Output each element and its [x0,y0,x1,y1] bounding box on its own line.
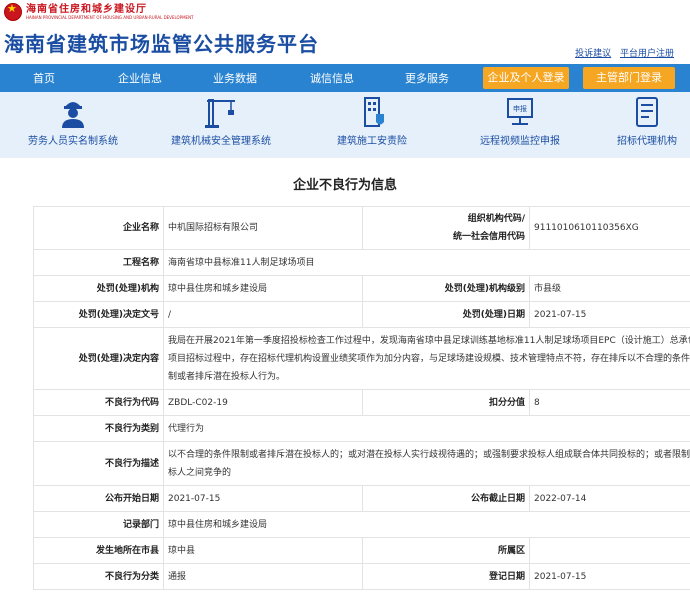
user-register-link[interactable]: 平台用户注册 [620,49,674,59]
org-code-label-line2: 统一社会信用代码 [452,232,525,242]
penalty-date-value: 2021-07-15 [529,301,690,328]
table-row: 不良行为类别 代理行为 [33,415,690,442]
behavior-type-value: 通报 [163,563,363,590]
system-machinery-safety[interactable]: 建筑机械安全管理系统 [171,96,271,147]
org-code-label-line1: 组织机构代码/ [467,214,525,224]
department-name-en: HAINAN PROVINCIAL DEPARTMENT OF HOUSING … [26,14,194,20]
penalty-date-label: 处罚(处理)日期 [362,301,530,328]
score-label: 扣分分值 [362,389,530,416]
nav-home[interactable]: 首页 [33,70,55,86]
nav-company-info[interactable]: 企业信息 [118,70,162,86]
document-icon [627,96,667,128]
header-links: 投诉建议 平台用户注册 [569,46,674,59]
department-logo[interactable]: 海南省住房和城乡建设厅 HAINAN PROVINCIAL DEPARTMENT… [4,2,194,21]
publish-start-label: 公布开始日期 [33,485,164,512]
table-row: 工程名称 海南省琼中县标准11人制足球场项目 [33,249,690,276]
behavior-type-label: 不良行为分类 [33,563,164,590]
org-code-value: 9111010610110356XG [529,206,690,250]
site-title: 海南省建筑市场监管公共服务平台 [4,32,319,56]
svg-text:申报: 申报 [513,104,527,113]
decision-value: 我局在开展2021年第一季度招投标检查工作过程中，发现海南省琼中县足球训练基地标… [163,327,690,390]
system-video-monitoring[interactable]: 申报 远程视频监控申报 [480,96,560,147]
national-emblem-icon [4,2,22,21]
table-row: 不良行为分类 通报 登记日期 2021-07-15 [33,563,690,590]
table-row: 不良行为代码 ZBDL-C02-19 扣分分值 8 [33,389,690,416]
table-row: 处罚(处理)决定内容 我局在开展2021年第一季度招投标检查工作过程中，发现海南… [33,327,690,390]
company-name-label: 企业名称 [33,206,164,250]
project-label: 工程名称 [33,249,164,276]
nav-more-services[interactable]: 更多服务 [405,70,449,86]
penalty-doc-value: / [163,301,363,328]
system-construction-insurance[interactable]: 建筑施工安责险 [337,96,407,147]
project-value: 海南省琼中县标准11人制足球场项目 [163,249,690,276]
system-worker-realname[interactable]: 劳务人员实名制系统 [28,96,118,147]
complaint-link[interactable]: 投诉建议 [575,49,611,59]
authority-login-button[interactable]: 主管部门登录 [583,67,675,89]
table-row: 不良行为描述 以不合理的条件限制或者排斥潜在投标人的；或对潜在投标人实行歧视待遇… [33,441,690,486]
page-title: 企业不良行为信息 [292,178,397,193]
behavior-code-value: ZBDL-C02-19 [163,389,363,416]
district-label: 所属区 [362,537,530,564]
publish-start-value: 2021-07-15 [163,485,363,512]
table-row: 公布开始日期 2021-07-15 公布截止日期 2022-07-14 [33,485,690,512]
worker-icon [53,96,93,128]
penalty-level-label: 处罚(处理)机构级别 [362,275,530,302]
penalty-doc-label: 处罚(处理)决定文号 [33,301,164,328]
reg-date-value: 2021-07-15 [529,563,690,590]
company-name-value: 中机国际招标有限公司 [163,206,363,250]
penalty-org-label: 处罚(处理)机构 [33,275,164,302]
violation-info-table: 企业名称 中机国际招标有限公司 组织机构代码/ 统一社会信用代码 9111010… [33,206,690,590]
nav-credit-info[interactable]: 诚信信息 [310,70,354,86]
table-row: 处罚(处理)机构 琼中县住房和城乡建设局 处罚(处理)机构级别 市县级 [33,275,690,302]
system-label: 建筑施工安责险 [337,136,407,147]
penalty-level-value: 市县级 [529,275,690,302]
score-value: 8 [529,389,690,416]
site-header: 海南省住房和城乡建设厅 HAINAN PROVINCIAL DEPARTMENT… [0,0,690,64]
systems-bar: 劳务人员实名制系统 建筑机械安全管理系统 建筑施工安责险 申报 远程视频监控申报… [0,92,690,158]
location-value: 琼中县 [163,537,363,564]
location-label: 发生地所在市县 [33,537,164,564]
system-bidding-agency[interactable]: 招标代理机构 [617,96,677,147]
reg-date-label: 登记日期 [362,563,530,590]
publish-end-label: 公布截止日期 [362,485,530,512]
table-row: 记录部门 琼中县住房和城乡建设局 [33,511,690,538]
system-label: 劳务人员实名制系统 [28,136,118,147]
system-label: 建筑机械安全管理系统 [171,136,271,147]
category-label: 不良行为类别 [33,415,164,442]
system-label: 远程视频监控申报 [480,136,560,147]
description-label: 不良行为描述 [33,441,164,486]
behavior-code-label: 不良行为代码 [33,389,164,416]
nav-business-data[interactable]: 业务数据 [213,70,257,86]
decision-label: 处罚(处理)决定内容 [33,327,164,390]
record-dept-label: 记录部门 [33,511,164,538]
monitor-report-icon: 申报 [500,96,540,128]
publish-end-value: 2022-07-14 [529,485,690,512]
category-value: 代理行为 [163,415,690,442]
penalty-org-value: 琼中县住房和城乡建设局 [163,275,363,302]
crane-icon [201,96,241,128]
record-dept-value: 琼中县住房和城乡建设局 [163,511,690,538]
district-value [529,537,690,564]
company-login-button[interactable]: 企业及个人登录 [483,67,569,89]
department-name: 海南省住房和城乡建设厅 [26,3,147,15]
table-row: 企业名称 中机国际招标有限公司 组织机构代码/ 统一社会信用代码 9111010… [33,206,690,250]
system-label: 招标代理机构 [617,136,677,147]
table-row: 处罚(处理)决定文号 / 处罚(处理)日期 2021-07-15 [33,301,690,328]
description-value: 以不合理的条件限制或者排斥潜在投标人的；或对潜在投标人实行歧视待遇的；或强制要求… [163,441,690,486]
table-row: 发生地所在市县 琼中县 所属区 [33,537,690,564]
main-nav: 首页 企业信息 业务数据 诚信信息 更多服务 企业及个人登录 主管部门登录 [0,64,690,92]
org-code-label: 组织机构代码/ 统一社会信用代码 [362,206,530,250]
building-insurance-icon [352,96,392,128]
